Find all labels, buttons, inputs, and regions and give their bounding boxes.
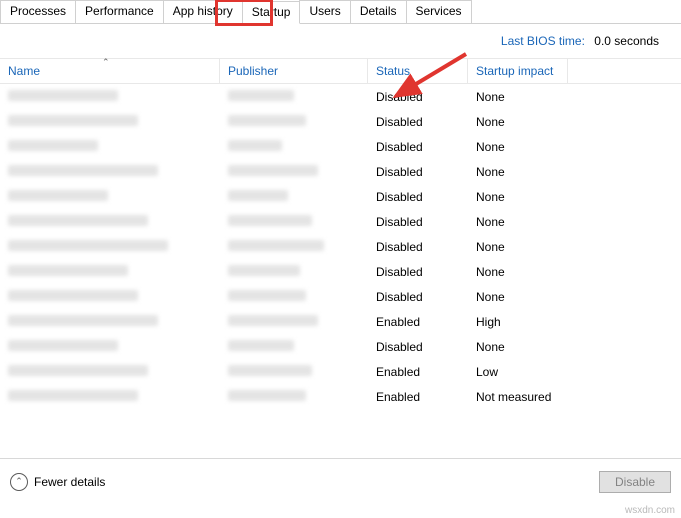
table-row[interactable]: EnabledNot measured bbox=[0, 384, 681, 409]
cell-impact: None bbox=[468, 115, 568, 129]
cell-impact: None bbox=[468, 290, 568, 304]
watermark: wsxdn.com bbox=[625, 505, 675, 516]
cell-status: Disabled bbox=[368, 340, 468, 354]
cell-impact: None bbox=[468, 265, 568, 279]
cell-impact: None bbox=[468, 190, 568, 204]
bios-time-bar: Last BIOS time: 0.0 seconds bbox=[0, 24, 681, 58]
col-header-name-label: Name bbox=[8, 64, 40, 78]
cell-status: Enabled bbox=[368, 365, 468, 379]
cell-impact: None bbox=[468, 215, 568, 229]
cell-status: Disabled bbox=[368, 140, 468, 154]
tabs-bar: ProcessesPerformanceApp historyStartupUs… bbox=[0, 0, 681, 24]
tab-services[interactable]: Services bbox=[406, 0, 472, 23]
cell-impact: High bbox=[468, 315, 568, 329]
table-row[interactable]: DisabledNone bbox=[0, 84, 681, 109]
fewer-details-button[interactable]: ⌃ Fewer details bbox=[10, 473, 105, 491]
cell-status: Disabled bbox=[368, 290, 468, 304]
column-headers: Name ⌃ Publisher Status Startup impact bbox=[0, 58, 681, 84]
fewer-details-label: Fewer details bbox=[34, 475, 105, 489]
chevron-up-icon: ⌃ bbox=[10, 473, 28, 491]
table-row[interactable]: DisabledNone bbox=[0, 159, 681, 184]
col-header-publisher[interactable]: Publisher bbox=[220, 59, 368, 83]
table-row[interactable]: DisabledNone bbox=[0, 134, 681, 159]
cell-status: Enabled bbox=[368, 390, 468, 404]
table-row[interactable]: DisabledNone bbox=[0, 209, 681, 234]
table-row[interactable]: DisabledNone bbox=[0, 109, 681, 134]
table-row[interactable]: DisabledNone bbox=[0, 259, 681, 284]
table-row[interactable]: DisabledNone bbox=[0, 334, 681, 359]
startup-list[interactable]: DisabledNoneDisabledNoneDisabledNoneDisa… bbox=[0, 84, 681, 410]
sort-indicator-icon: ⌃ bbox=[102, 57, 110, 68]
table-row[interactable]: EnabledLow bbox=[0, 359, 681, 384]
col-header-status-label: Status bbox=[376, 64, 410, 78]
cell-status: Disabled bbox=[368, 115, 468, 129]
cell-impact: None bbox=[468, 165, 568, 179]
tab-app-history[interactable]: App history bbox=[163, 0, 243, 23]
cell-impact: None bbox=[468, 340, 568, 354]
col-header-publisher-label: Publisher bbox=[228, 64, 278, 78]
table-row[interactable]: DisabledNone bbox=[0, 234, 681, 259]
cell-status: Disabled bbox=[368, 165, 468, 179]
cell-status: Enabled bbox=[368, 315, 468, 329]
tab-performance[interactable]: Performance bbox=[75, 0, 164, 23]
cell-status: Disabled bbox=[368, 215, 468, 229]
cell-status: Disabled bbox=[368, 265, 468, 279]
cell-impact: Not measured bbox=[468, 390, 568, 404]
table-row[interactable]: DisabledNone bbox=[0, 284, 681, 309]
bios-time-value: 0.0 seconds bbox=[594, 34, 659, 48]
bios-time-label: Last BIOS time: bbox=[501, 34, 585, 48]
disable-button[interactable]: Disable bbox=[599, 471, 671, 493]
cell-status: Disabled bbox=[368, 240, 468, 254]
cell-impact: None bbox=[468, 90, 568, 104]
cell-impact: None bbox=[468, 240, 568, 254]
cell-status: Disabled bbox=[368, 90, 468, 104]
cell-status: Disabled bbox=[368, 190, 468, 204]
col-header-status[interactable]: Status bbox=[368, 59, 468, 83]
table-row[interactable]: EnabledHigh bbox=[0, 309, 681, 334]
tab-processes[interactable]: Processes bbox=[0, 0, 76, 23]
col-header-name[interactable]: Name ⌃ bbox=[0, 59, 220, 83]
tab-details[interactable]: Details bbox=[350, 0, 407, 23]
tab-startup[interactable]: Startup bbox=[242, 1, 301, 24]
cell-impact: None bbox=[468, 140, 568, 154]
tab-users[interactable]: Users bbox=[299, 0, 350, 23]
footer-bar: ⌃ Fewer details Disable bbox=[0, 458, 681, 504]
table-row[interactable]: DisabledNone bbox=[0, 184, 681, 209]
col-header-impact[interactable]: Startup impact bbox=[468, 59, 568, 83]
col-header-impact-label: Startup impact bbox=[476, 64, 553, 78]
cell-impact: Low bbox=[468, 365, 568, 379]
